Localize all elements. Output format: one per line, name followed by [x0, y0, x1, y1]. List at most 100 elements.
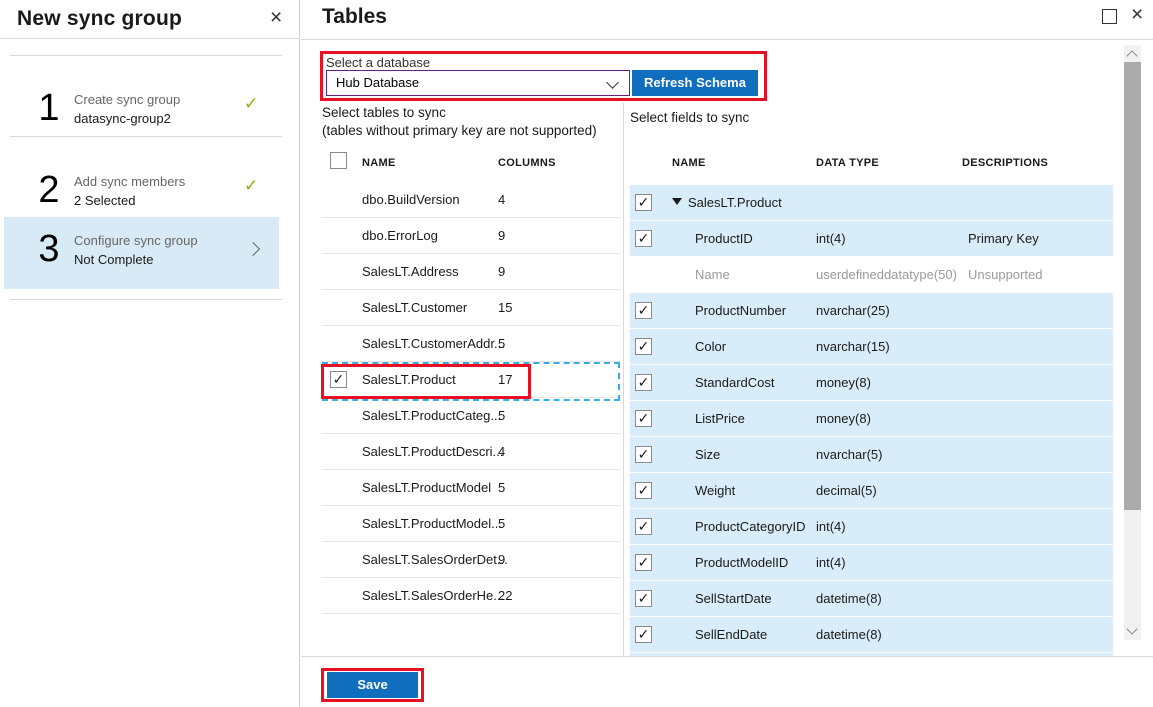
list-item[interactable]: ✓ SellEndDate datetime(8) [630, 617, 1113, 652]
field-name-cell: ProductModelID [695, 555, 788, 570]
row-checkbox[interactable]: ✓ [635, 338, 652, 355]
tables-list: dbo.BuildVersion4dbo.ErrorLog9SalesLT.Ad… [322, 182, 621, 614]
list-item[interactable]: ✓Sizenvarchar(5) [630, 437, 1113, 472]
field-datatype-cell: decimal(5) [816, 483, 877, 498]
step-number: 3 [32, 227, 66, 273]
table-columns-cell: 17 [498, 372, 512, 387]
table-row[interactable]: dbo.ErrorLog9 [322, 218, 621, 254]
row-checkbox[interactable]: ✓ [635, 374, 652, 391]
select-tables-caption-line2: (tables without primary key are not supp… [322, 122, 597, 140]
row-checkbox[interactable]: ✓ [635, 302, 652, 319]
select-fields-caption: Select fields to sync [630, 110, 749, 125]
table-row[interactable]: SalesLT.SalesOrderDet...9 [322, 542, 621, 578]
table-name-cell: SalesLT.Product [362, 372, 456, 387]
database-dropdown[interactable]: Hub Database [326, 70, 630, 96]
list-item[interactable]: ✓ SellStartDate datetime(8) [630, 581, 1113, 616]
close-icon[interactable]: × [1131, 4, 1143, 25]
table-row[interactable]: SalesLT.Address 9 [322, 254, 621, 290]
field-datatype-cell: datetime(8) [816, 591, 882, 606]
row-checkbox[interactable]: ✓ [635, 446, 652, 463]
list-item[interactable]: ✓ProductCategoryIDint(4) [630, 509, 1113, 544]
row-checkbox[interactable]: ✓ [635, 626, 652, 643]
maximize-icon[interactable] [1102, 9, 1117, 24]
step-item-3[interactable]: 3Configure sync groupNot Complete [4, 217, 279, 289]
table-row[interactable]: SalesLT.ProductDescri...4 [322, 434, 621, 470]
scroll-up-icon[interactable] [1126, 50, 1137, 61]
tables-column-header-columns: COLUMNS [498, 157, 556, 169]
table-columns-cell: 5 [498, 480, 505, 495]
new-sync-group-panel: New sync group × 1Create sync groupdatas… [0, 0, 300, 707]
table-columns-cell: 9 [498, 264, 505, 279]
table-name-cell: SalesLT.Customer [362, 300, 467, 315]
row-checkbox[interactable]: ✓ [635, 194, 652, 211]
table-row[interactable]: ✓ SalesLT.Product 17 [322, 362, 621, 398]
list-item[interactable]: ✓ ProductModelID int(4) [630, 545, 1113, 580]
field-datatype-cell: int(4) [816, 555, 846, 570]
list-item[interactable]: ✓ListPricemoney(8) [630, 401, 1113, 436]
field-name-cell: ListPrice [695, 411, 745, 426]
save-button[interactable]: Save [327, 672, 418, 698]
refresh-schema-button[interactable]: Refresh Schema [632, 70, 758, 96]
divider [301, 656, 1153, 657]
scroll-down-icon[interactable] [1126, 623, 1137, 634]
step-number: 1 [32, 86, 66, 132]
list-item[interactable]: ✓Colornvarchar(15) [630, 329, 1113, 364]
field-name-cell: SellEndDate [695, 627, 767, 642]
select-tables-caption-line1: Select tables to sync [322, 104, 597, 122]
table-row[interactable]: SalesLT.ProductCateg...5 [322, 398, 621, 434]
collapse-icon[interactable] [672, 198, 682, 205]
table-columns-cell: 4 [498, 192, 505, 207]
list-item[interactable]: ✓SalesLT.Product [630, 185, 1113, 220]
table-row[interactable]: SalesLT.Customer15 [322, 290, 621, 326]
select-all-tables-checkbox[interactable] [330, 152, 347, 169]
database-dropdown-value: Hub Database [336, 75, 419, 90]
step-title: Add sync members [74, 174, 185, 189]
table-name-cell: SalesLT.Address [362, 264, 459, 279]
table-name-cell: SalesLT.SalesOrderHe... [362, 588, 504, 603]
row-checkbox[interactable]: ✓ [635, 590, 652, 607]
row-checkbox[interactable]: ✓ [635, 554, 652, 571]
table-row[interactable]: dbo.BuildVersion4 [322, 182, 621, 218]
step-subtitle: datasync-group2 [74, 111, 171, 126]
table-columns-cell: 5 [498, 336, 505, 351]
list-item[interactable]: ✓Weightdecimal(5) [630, 473, 1113, 508]
check-icon: ✓ [244, 94, 258, 114]
table-name-cell: SalesLT.SalesOrderDet... [362, 552, 508, 567]
list-item[interactable]: ✓ProductIDint(4)Primary Key [630, 221, 1113, 256]
divider [10, 299, 282, 300]
blade-title: Tables [322, 5, 387, 29]
table-row[interactable]: SalesLT.ProductModel...5 [322, 506, 621, 542]
row-checkbox[interactable]: ✓ [635, 482, 652, 499]
row-checkbox[interactable]: ✓ [635, 518, 652, 535]
step-title: Create sync group [74, 92, 180, 107]
step-item-1[interactable]: 1 Create sync group datasync-group2 ✓ [4, 76, 279, 148]
vertical-scrollbar[interactable] [1124, 45, 1141, 640]
step-number: 2 [32, 168, 66, 214]
row-checkbox[interactable]: ✓ [330, 371, 347, 388]
tables-blade: Tables × Select a database Hub Database … [301, 0, 1153, 707]
table-name-cell: SalesLT.ProductModel [362, 480, 491, 495]
list-item[interactable]: ✓ProductNumbernvarchar(25) [630, 293, 1113, 328]
fields-column-header-name: NAME [672, 157, 706, 169]
list-item[interactable]: ✓StandardCostmoney(8) [630, 365, 1113, 400]
table-columns-cell: 4 [498, 444, 505, 459]
table-columns-cell: 9 [498, 228, 505, 243]
table-row[interactable]: SalesLT.ProductModel 5 [322, 470, 621, 506]
field-datatype-cell: nvarchar(15) [816, 339, 890, 354]
field-datatype-cell: datetime(8) [816, 627, 882, 642]
close-icon[interactable]: × [270, 7, 282, 28]
list-item[interactable]: Nameuserdefineddatatype(50)Unsupported [630, 257, 1113, 292]
field-datatype-cell: userdefineddatatype(50) [816, 267, 957, 282]
table-name-cell: SalesLT.ProductModel... [362, 516, 502, 531]
table-row[interactable]: SalesLT.SalesOrderHe...22 [322, 578, 621, 614]
fields-column-header-descriptions: DESCRIPTIONS [962, 157, 1048, 169]
field-name-cell: Name [695, 267, 730, 282]
row-checkbox[interactable]: ✓ [635, 230, 652, 247]
table-columns-cell: 5 [498, 516, 505, 531]
select-tables-caption: Select tables to sync (tables without pr… [322, 104, 597, 140]
scrollbar-thumb[interactable] [1124, 62, 1141, 510]
check-icon: ✓ [244, 176, 258, 196]
table-row[interactable]: SalesLT.CustomerAddr...5 [322, 326, 621, 362]
field-name-cell: SellStartDate [695, 591, 772, 606]
row-checkbox[interactable]: ✓ [635, 410, 652, 427]
